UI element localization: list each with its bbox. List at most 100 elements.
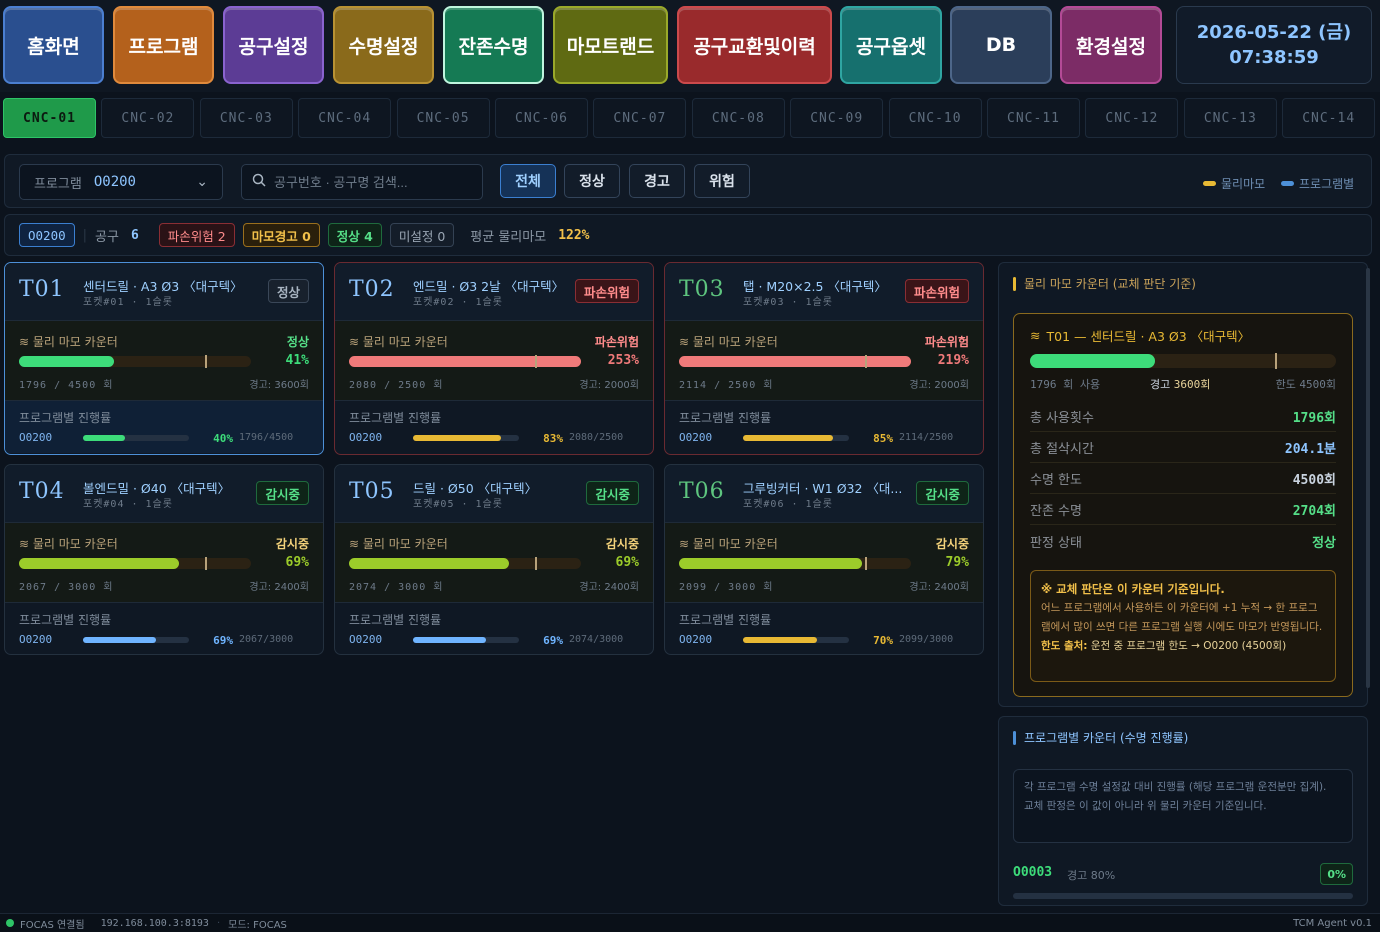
layers-icon: ≋ [349, 335, 363, 349]
wear-count: 1796 / 4500 회 [19, 380, 114, 391]
wear-status: 감시중 [605, 537, 639, 551]
filter-danger-button[interactable]: 위험 [694, 164, 750, 198]
machine-tab-cnc-13[interactable]: CNC-13 [1183, 98, 1277, 138]
status-badge: 감시중 [256, 481, 309, 505]
scrollbar[interactable] [1366, 268, 1370, 688]
chevron-down-icon: ⌄ [196, 174, 208, 190]
program-counter-title: 프로그램별 카운터 (수명 진행률) [1013, 729, 1188, 746]
status-badge: 파손위험 [904, 279, 969, 303]
nav-home[interactable]: 홈화면 [3, 6, 104, 84]
wear-bar-fill [679, 558, 863, 569]
program-counter-desc1: 각 프로그램 수명 설정값 대비 진행률 (해당 프로그램 운전분만 집계). [1024, 781, 1327, 793]
layers-icon: ≋ [679, 537, 693, 551]
warn-threshold-marker [534, 355, 537, 368]
machine-tab-cnc-03[interactable]: CNC-03 [199, 98, 293, 138]
nav-life-settings[interactable]: 수명설정 [333, 6, 434, 84]
tool-card-t04[interactable]: T04 볼엔드밀 · Ø40 〈대구텍〉 포켓#04 · 1슬롯 감시중 ≋ 물리 마모… [4, 464, 324, 655]
wear-bar-fill [19, 356, 115, 367]
tool-card-t03[interactable]: T03 탭 · M20×2.5 〈대구텍〉 포켓#03 · 1슬롯 파손위험 ≋ 물리 … [664, 262, 984, 455]
wear-count: 2067 / 3000 회 [19, 582, 114, 593]
program-select[interactable]: 프로그램 O0200 ⌄ [19, 164, 223, 200]
detail-row-key: 수명 한도 [1030, 473, 1082, 488]
program-progress-section: 프로그램별 진행률 O0200 85% 2114/2500 [665, 401, 983, 453]
summary-warn-chip[interactable]: 마모경고 0 [242, 223, 320, 247]
wear-status: 정상 [286, 335, 309, 349]
nav-program[interactable]: 프로그램 [113, 6, 214, 84]
title-accent-bar [1013, 730, 1016, 745]
program-progress-percent: 70% [873, 634, 893, 647]
tool-card-t05[interactable]: T05 드릴 · Ø50 〈대구텍〉 포켓#05 · 1슬롯 감시중 ≋ 물리 마모 카… [334, 464, 654, 655]
filter-all-button[interactable]: 전체 [500, 164, 556, 198]
program-progress-percent: 40% [213, 432, 233, 445]
summary-normal-chip[interactable]: 정상 4 [327, 223, 382, 247]
wear-label: ≋ 물리 마모 카운터 [679, 535, 778, 552]
status-connection: FOCAS 연결됨 [20, 919, 85, 931]
program-progress-track [83, 637, 189, 643]
tool-card-header: T04 볼엔드밀 · Ø40 〈대구텍〉 포켓#04 · 1슬롯 감시중 [5, 465, 323, 523]
status-badge: 정상 [267, 279, 309, 303]
summary-danger-chip[interactable]: 파손위험 2 [158, 223, 235, 247]
machine-tab-cnc-04[interactable]: CNC-04 [298, 98, 392, 138]
layers-icon: ≋ [19, 335, 33, 349]
machine-tab-cnc-01[interactable]: CNC-01 [3, 98, 96, 138]
program-row-warn: 경고 80% [1067, 869, 1116, 882]
machine-tab-cnc-07[interactable]: CNC-07 [593, 98, 687, 138]
program-name: O0200 [679, 431, 713, 444]
nav-tool-change-history[interactable]: 공구교환및이력 [677, 6, 832, 84]
wear-detail-card: ≋ T01 — 센터드릴 · A3 Ø3 〈대구텍〉 1796 회 사용 경고 … [1013, 313, 1353, 697]
nav-wear-trend[interactable]: 마모트랜드 [553, 6, 668, 84]
machine-tab-cnc-05[interactable]: CNC-05 [396, 98, 490, 138]
program-progress-track [83, 435, 189, 441]
program-select-label: 프로그램 [34, 176, 82, 192]
program-progress-label: 프로그램별 진행률 [349, 411, 442, 425]
nav-life-settings-label: 수명설정 [348, 35, 419, 58]
program-progress-count: 2099/3000 [899, 634, 954, 645]
machine-tab-cnc-02[interactable]: CNC-02 [101, 98, 195, 138]
machine-tab-cnc-14[interactable]: CNC-14 [1282, 98, 1376, 138]
nav-db[interactable]: DB [950, 6, 1052, 84]
tool-card-header: T02 엔드밀 · Ø3 2날 〈대구텍〉 포켓#02 · 1슬롯 파손위험 [335, 263, 653, 321]
machine-tab-cnc-09[interactable]: CNC-09 [790, 98, 884, 138]
tool-pocket: 포켓#03 · 1슬롯 [743, 297, 833, 308]
detail-row-life-limit: 수명 한도 4500회 [1030, 464, 1336, 494]
machine-tab-cnc-11[interactable]: CNC-11 [987, 98, 1080, 138]
nav-env-settings[interactable]: 환경설정 [1060, 6, 1162, 84]
tool-card-t06[interactable]: T06 그루빙커터 · W1 Ø32 〈대... 포켓#06 · 1슬롯 감시중 ≋ 물… [664, 464, 984, 655]
machine-tab-cnc-06[interactable]: CNC-06 [495, 98, 588, 138]
tool-card-t02[interactable]: T02 엔드밀 · Ø3 2날 〈대구텍〉 포켓#02 · 1슬롯 파손위험 ≋ 물리 … [334, 262, 654, 455]
program-progress-label: 프로그램별 진행률 [679, 411, 772, 425]
wear-label: ≋ 물리 마모 카운터 [19, 535, 118, 552]
tool-card-t01[interactable]: T01 센터드릴 · A3 Ø3 〈대구텍〉 포켓#01 · 1슬롯 정상 ≋ 물리 마… [4, 262, 324, 455]
note-limit: 한도 출처: 운전 중 프로그램 한도 → O0200 (4500회) [1041, 637, 1325, 656]
physical-wear-section: ≋ 물리 마모 카운터 감시중 69% 2074 / 3000 회 경고: 2400회 [335, 523, 653, 603]
detail-used: 1796 회 사용 [1030, 378, 1101, 391]
detail-row-value: 2704회 [1292, 504, 1336, 519]
nav-tool-settings[interactable]: 공구설정 [223, 6, 324, 84]
layers-icon: ≋ [1030, 328, 1041, 343]
title-accent-bar [1013, 276, 1016, 291]
detail-row-value: 4500회 [1292, 473, 1336, 488]
nav-tool-offset[interactable]: 공구옵셋 [840, 6, 942, 84]
wear-bar-fill [349, 558, 510, 569]
filter-warning-button[interactable]: 경고 [629, 164, 685, 198]
machine-tab-cnc-12[interactable]: CNC-12 [1085, 98, 1179, 138]
search-box[interactable] [241, 164, 483, 200]
program-select-value: O0200 [93, 174, 136, 190]
note-body: 어느 프로그램에서 사용하든 이 카운터에 +1 누적 → 한 프로그램에서 많… [1041, 602, 1323, 633]
tool-id: T03 [679, 277, 725, 302]
summary-program-chip: O0200 [19, 223, 75, 247]
machine-tabs: CNC-01 CNC-02 CNC-03 CNC-04 CNC-05 CNC-06 CNC-… [0, 96, 1380, 142]
detail-limit-value: 4500회 [1299, 378, 1336, 391]
wear-status: 파손위험 [924, 335, 969, 349]
summary-unset-chip[interactable]: 미설정 0 [389, 223, 455, 247]
nav-remaining-life[interactable]: 잔존수명 [443, 6, 544, 84]
layers-icon: ≋ [349, 537, 363, 551]
program-progress-percent: 69% [543, 634, 563, 647]
search-input[interactable] [274, 174, 472, 190]
tool-id: T04 [19, 479, 65, 504]
program-counter-desc: 각 프로그램 수명 설정값 대비 진행률 (해당 프로그램 운전분만 집계). … [1013, 769, 1353, 843]
filter-normal-button[interactable]: 정상 [564, 164, 620, 198]
machine-tab-cnc-08[interactable]: CNC-08 [691, 98, 785, 138]
machine-tab-cnc-10[interactable]: CNC-10 [888, 98, 982, 138]
nav-tool-offset-label: 공구옵셋 [856, 35, 926, 58]
